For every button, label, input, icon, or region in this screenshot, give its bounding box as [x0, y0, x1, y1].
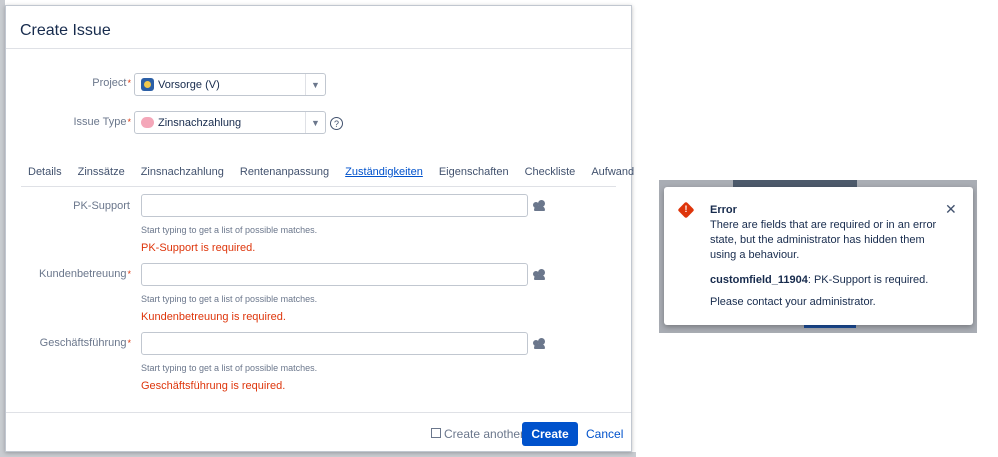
tab-rentenanpassung[interactable]: Rentenanpassung — [232, 156, 337, 187]
error-flag: ! Error ✕ There are fields that are requ… — [664, 187, 973, 325]
geschaeftsfuehrung-input[interactable] — [141, 332, 528, 355]
user-picker-icon[interactable] — [533, 338, 545, 349]
create-another-checkbox[interactable] — [431, 428, 441, 438]
create-button[interactable]: Create — [522, 422, 578, 446]
field-hint: Start typing to get a list of possible m… — [141, 363, 318, 373]
required-marker: * — [127, 117, 131, 127]
error-title: Error — [710, 204, 737, 216]
project-select-value: Vorsorge (V) — [135, 78, 305, 91]
user-picker-icon[interactable] — [533, 269, 545, 280]
issue-type-label-row: Issue Type * — [6, 116, 131, 128]
project-avatar-icon — [141, 78, 154, 91]
kundenbetreuung-input[interactable] — [141, 263, 528, 286]
error-detail-text: : PK-Support is required. — [807, 274, 929, 286]
error-message: There are fields that are required or in… — [710, 219, 937, 261]
project-label-row: Project * — [6, 77, 131, 89]
create-another-label[interactable]: Create another — [444, 427, 524, 441]
error-icon-mark: ! — [684, 204, 688, 214]
field-error: PK-Support is required. — [141, 242, 256, 254]
error-contact: Please contact your administrator. — [710, 296, 876, 308]
field-error: Geschäftsführung is required. — [141, 380, 286, 392]
chevron-down-icon[interactable]: ▼ — [305, 112, 325, 133]
issue-type-value: Zinsnachzahlung — [158, 116, 242, 129]
create-issue-dialog: Create Issue Project * Vorsorge (V) ▼ Is… — [5, 5, 634, 452]
piggy-bank-icon — [141, 117, 154, 128]
chevron-down-icon[interactable]: ▼ — [305, 74, 325, 95]
tab-checkliste[interactable]: Checkliste — [517, 156, 584, 187]
user-picker-icon[interactable] — [533, 200, 545, 211]
tab-bar: Details Zinssätze Zinsnachzahlung Renten… — [21, 156, 634, 187]
kundenbetreuung-label-row: Kundenbetreuung * — [6, 268, 131, 280]
error-detail-field: customfield_11904 — [710, 274, 808, 286]
tab-zustaendigkeiten[interactable]: Zuständigkeiten — [337, 156, 431, 187]
dialog-footer: Create another Create Cancel — [6, 412, 631, 452]
dialog-title: Create Issue — [20, 22, 111, 39]
error-detail: customfield_11904: PK-Support is require… — [710, 273, 940, 288]
pk-support-input[interactable] — [141, 194, 528, 217]
close-icon[interactable]: ✕ — [945, 201, 957, 218]
tab-zinsnachzahlung[interactable]: Zinsnachzahlung — [133, 156, 232, 187]
tab-zinssaetze[interactable]: Zinssätze — [70, 156, 133, 187]
tab-aufwand[interactable]: Aufwand — [583, 156, 642, 187]
pk-support-label-row: PK-Support — [6, 200, 131, 212]
pk-support-label: PK-Support — [73, 200, 130, 212]
issue-type-label: Issue Type — [73, 116, 127, 128]
issue-type-select[interactable]: Zinsnachzahlung ▼ — [134, 111, 326, 134]
tab-details[interactable]: Details — [21, 156, 70, 187]
field-hint: Start typing to get a list of possible m… — [141, 294, 318, 304]
field-hint: Start typing to get a list of possible m… — [141, 225, 318, 235]
cancel-link[interactable]: Cancel — [586, 427, 623, 441]
tab-eigenschaften[interactable]: Eigenschaften — [431, 156, 517, 187]
required-marker: * — [127, 338, 131, 348]
required-marker: * — [127, 269, 131, 279]
field-error: Kundenbetreuung is required. — [141, 311, 286, 323]
kundenbetreuung-label: Kundenbetreuung — [39, 268, 127, 280]
dialog-header: Create Issue — [6, 6, 631, 49]
backdrop — [0, 452, 636, 457]
help-icon[interactable]: ? — [330, 117, 343, 130]
geschaeftsfuehrung-label-row: Geschäftsführung * — [6, 337, 131, 349]
required-marker: * — [127, 78, 131, 88]
screen: Create Issue Project * Vorsorge (V) ▼ Is… — [0, 0, 998, 457]
project-select[interactable]: Vorsorge (V) ▼ — [134, 73, 326, 96]
geschaeftsfuehrung-label: Geschäftsführung — [39, 337, 127, 349]
issue-type-select-value: Zinsnachzahlung — [135, 117, 305, 129]
project-value: Vorsorge (V) — [158, 78, 220, 91]
project-label: Project — [92, 77, 127, 89]
